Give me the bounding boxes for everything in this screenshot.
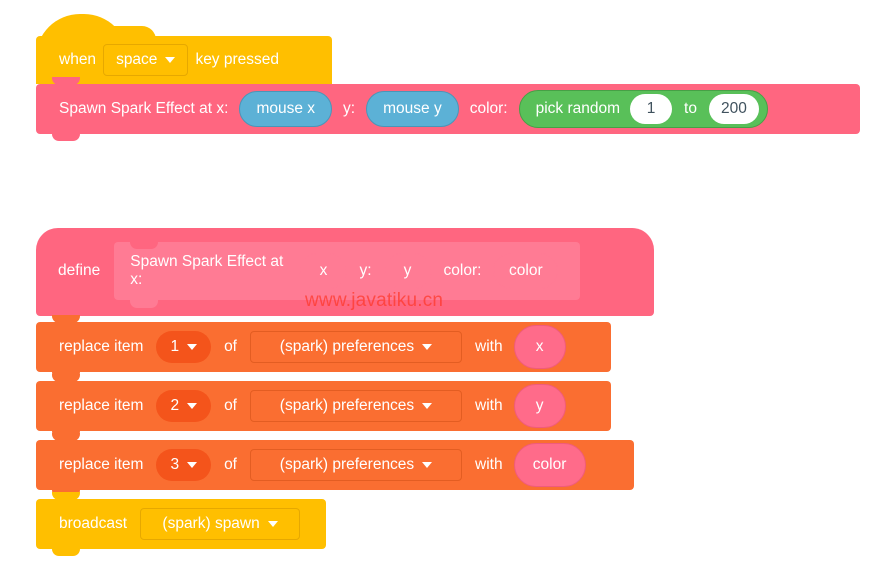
variable-x-label: x [535,338,544,355]
replace-item-1-index-value: 1 [170,338,180,355]
replace-item-3-of-label: of [224,456,237,474]
replace-item-1-label: replace item [59,338,144,356]
chevron-down-icon [187,462,198,468]
pick-random-to-label: to [684,100,697,117]
block-define[interactable]: define Spawn Spark Effect at x: x y: y c… [36,228,654,316]
variable-color[interactable]: color [513,443,586,487]
custom-block-prototype[interactable]: Spawn Spark Effect at x: x y: y color: c… [114,241,581,308]
reporter-pick-random[interactable]: pick random 1 to 200 [518,90,768,128]
block-replace-item-3[interactable]: replace item 3 of (spark) preferences wi… [36,433,634,497]
chevron-down-icon [187,403,198,409]
pick-random-to-input[interactable]: 200 [708,94,759,124]
key-dropdown-value: space [116,51,158,68]
variable-x[interactable]: x [513,325,566,369]
block-spawn-spark-effect-call[interactable]: Spawn Spark Effect at x: mouse x y: mous… [36,77,860,141]
broadcast-label: broadcast [59,515,128,533]
reporter-mouse-y-label: mouse y [383,100,442,117]
key-dropdown[interactable]: space [103,44,189,76]
prototype-param-y[interactable]: y [383,253,432,289]
replace-item-2-index-value: 2 [170,397,180,414]
replace-item-3-index-value: 3 [170,456,180,473]
prototype-label-x: Spawn Spark Effect at x: [130,253,284,288]
call-label-y: y: [343,100,356,118]
replace-item-2-list-value: (spark) preferences [279,397,415,414]
prototype-param-x-label: x [319,262,328,279]
replace-item-1-index-dropdown[interactable]: 1 [156,331,212,363]
when-label: when [59,51,97,69]
prototype-param-y-label: y [403,262,412,279]
script-define-spawn-spark-effect[interactable]: define Spawn Spark Effect at x: x y: y c… [36,228,654,556]
prototype-label-color: color: [443,262,482,279]
key-pressed-label: key pressed [195,51,280,69]
block-replace-item-2[interactable]: replace item 2 of (spark) preferences wi… [36,374,611,438]
replace-item-1-list-dropdown[interactable]: (spark) preferences [250,331,462,363]
replace-item-1-with-label: with [475,338,503,356]
prototype-label-y: y: [359,262,372,279]
reporter-mouse-y[interactable]: mouse y [366,91,459,127]
block-when-key-pressed[interactable]: when space key pressed [36,14,332,91]
variable-color-label: color [532,456,567,473]
replace-item-3-label: replace item [59,456,144,474]
pick-random-label: pick random [535,100,621,117]
prototype-param-color-label: color [509,262,543,279]
chevron-down-icon [422,344,433,350]
replace-item-3-index-dropdown[interactable]: 3 [156,449,212,481]
chevron-down-icon [267,521,278,527]
call-label-x: Spawn Spark Effect at x: [59,100,229,118]
replace-item-2-list-dropdown[interactable]: (spark) preferences [250,390,462,422]
replace-item-3-with-label: with [475,456,503,474]
replace-item-3-list-dropdown[interactable]: (spark) preferences [250,449,462,481]
chevron-down-icon [187,344,198,350]
replace-item-3-list-value: (spark) preferences [279,456,415,473]
prototype-param-color[interactable]: color [493,253,559,289]
replace-item-2-label: replace item [59,397,144,415]
define-label: define [58,262,101,279]
replace-item-1-list-value: (spark) preferences [279,338,415,355]
chevron-down-icon [422,403,433,409]
script-when-key-pressed[interactable]: when space key pressed Spawn Spark Effec… [36,14,860,141]
call-label-color: color: [469,100,508,118]
replace-item-2-index-dropdown[interactable]: 2 [156,390,212,422]
variable-y[interactable]: y [513,384,566,428]
prototype-param-x[interactable]: x [299,253,348,289]
reporter-mouse-x[interactable]: mouse x [239,91,333,127]
chevron-down-icon [422,462,433,468]
chevron-down-icon [165,57,176,63]
broadcast-message-value: (spark) spawn [162,515,260,532]
pick-random-from-input[interactable]: 1 [630,94,673,124]
broadcast-message-dropdown[interactable]: (spark) spawn [140,508,301,540]
replace-item-2-with-label: with [475,397,503,415]
reporter-mouse-x-label: mouse x [256,100,316,117]
variable-y-label: y [535,397,544,414]
block-replace-item-1[interactable]: replace item 1 of (spark) preferences wi… [36,315,611,379]
replace-item-2-of-label: of [224,397,237,415]
block-broadcast[interactable]: broadcast (spark) spawn [36,492,326,556]
replace-item-1-of-label: of [224,338,237,356]
